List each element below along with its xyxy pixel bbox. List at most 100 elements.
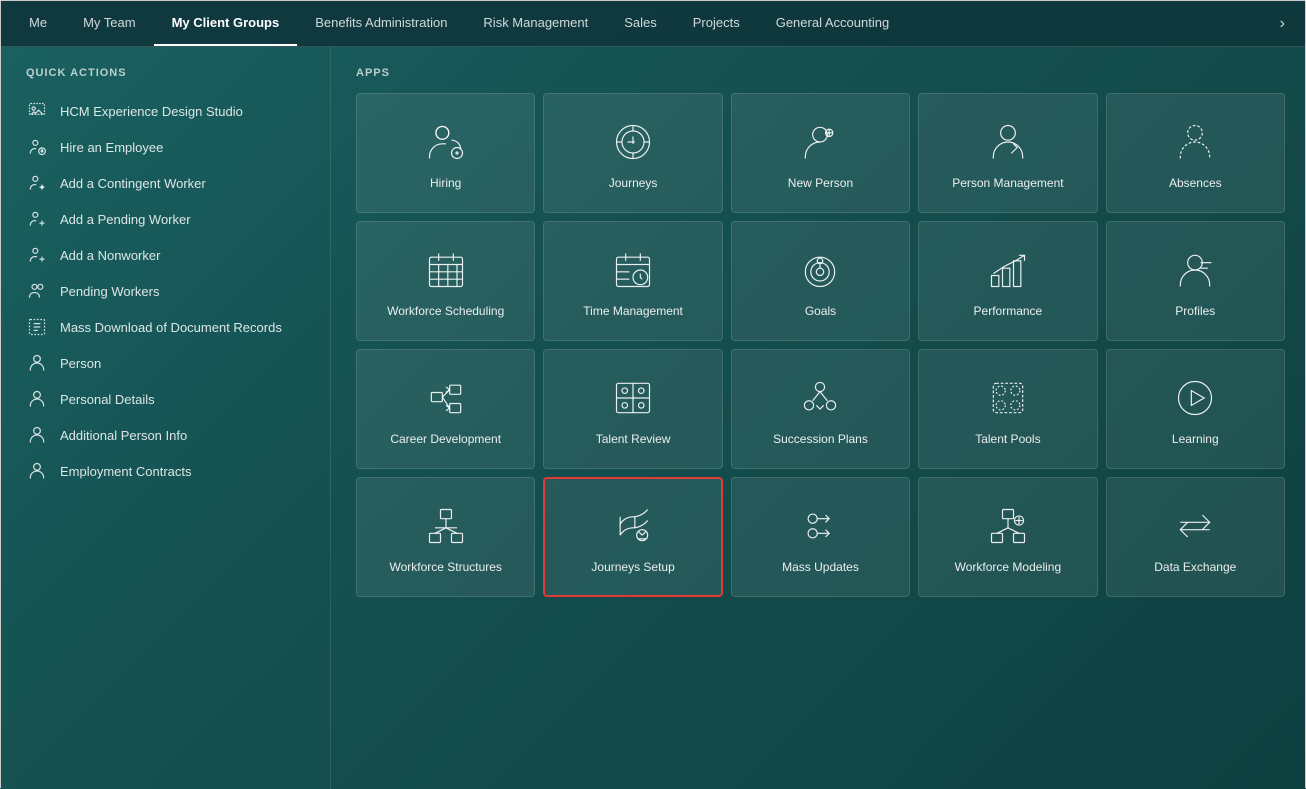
app-tile-time-management[interactable]: Time Management xyxy=(543,221,722,341)
app-tile-profiles[interactable]: Profiles xyxy=(1106,221,1285,341)
app-tile-journeys-setup[interactable]: Journeys Setup xyxy=(543,477,722,597)
nav-item-sales[interactable]: Sales xyxy=(606,1,675,46)
app-tile-absences[interactable]: Absences xyxy=(1106,93,1285,213)
app-tile-journeys-setup-label: Journeys Setup xyxy=(591,560,674,576)
sidebar-item-additional-person-info[interactable]: Additional Person Info xyxy=(26,417,310,453)
app-tile-goals-label: Goals xyxy=(805,304,836,320)
nav-item-risk-management[interactable]: Risk Management xyxy=(465,1,606,46)
nav-item-general-accounting[interactable]: General Accounting xyxy=(758,1,907,46)
app-tile-workforce-structures-label: Workforce Structures xyxy=(389,560,501,576)
sidebar-item-person[interactable]: Person xyxy=(26,345,310,381)
new-person-icon xyxy=(796,118,844,166)
sidebar-item-mass-download-label: Mass Download of Document Records xyxy=(60,320,282,335)
app-tile-journeys-label: Journeys xyxy=(609,176,658,192)
pending-workers-icon xyxy=(26,280,48,302)
app-tile-performance-label: Performance xyxy=(974,304,1043,320)
app-tile-learning[interactable]: Learning xyxy=(1106,349,1285,469)
add-nonworker-icon xyxy=(26,244,48,266)
app-tile-workforce-scheduling-label: Workforce Scheduling xyxy=(387,304,504,320)
app-tile-hiring[interactable]: Hiring xyxy=(356,93,535,213)
app-tile-mass-updates-label: Mass Updates xyxy=(782,560,859,576)
mass-download-icon xyxy=(26,316,48,338)
app-tile-performance[interactable]: Performance xyxy=(918,221,1097,341)
additional-person-info-icon xyxy=(26,424,48,446)
apps-section-title: APPS xyxy=(356,67,1285,79)
sidebar-item-add-pending-label: Add a Pending Worker xyxy=(60,212,191,227)
sidebar-item-employment-contracts-label: Employment Contracts xyxy=(60,464,192,479)
app-tile-person-management[interactable]: Person Management xyxy=(918,93,1097,213)
sidebar: QUICK ACTIONS HCM Experience Design Stud… xyxy=(1,47,331,789)
absences-icon xyxy=(1171,118,1219,166)
hcm-experience-icon xyxy=(26,100,48,122)
app-tile-talent-pools[interactable]: Talent Pools xyxy=(918,349,1097,469)
app-tile-person-management-label: Person Management xyxy=(952,176,1063,192)
mass-updates-icon xyxy=(796,502,844,550)
apps-grid: Hiring xyxy=(356,93,1285,597)
app-tile-career-development[interactable]: Career Development xyxy=(356,349,535,469)
app-tile-time-management-label: Time Management xyxy=(583,304,683,320)
app-tile-workforce-modeling[interactable]: Workforce Modeling xyxy=(918,477,1097,597)
app-tile-data-exchange[interactable]: Data Exchange xyxy=(1106,477,1285,597)
app-tile-talent-pools-label: Talent Pools xyxy=(975,432,1040,448)
employment-contracts-icon xyxy=(26,460,48,482)
app-tile-data-exchange-label: Data Exchange xyxy=(1154,560,1236,576)
app-tile-journeys[interactable]: Journeys xyxy=(543,93,722,213)
app-tile-profiles-label: Profiles xyxy=(1175,304,1215,320)
app-tile-hiring-label: Hiring xyxy=(430,176,461,192)
app-tile-career-development-label: Career Development xyxy=(390,432,501,448)
performance-icon xyxy=(984,246,1032,294)
journeys-setup-icon xyxy=(609,502,657,550)
top-nav: Me My Team My Client Groups Benefits Adm… xyxy=(1,1,1305,47)
workforce-scheduling-icon xyxy=(422,246,470,294)
sidebar-item-mass-download[interactable]: Mass Download of Document Records xyxy=(26,309,310,345)
app-tile-new-person-label: New Person xyxy=(788,176,853,192)
nav-more-button[interactable]: › xyxy=(1270,1,1295,46)
workforce-structures-icon xyxy=(422,502,470,550)
page-wrapper: 0101010 0101010 Me My Team My Client Gro… xyxy=(0,0,1306,788)
sidebar-item-pending-workers[interactable]: Pending Workers xyxy=(26,273,310,309)
nav-item-my-team[interactable]: My Team xyxy=(65,1,154,46)
sidebar-item-personal-details[interactable]: Personal Details xyxy=(26,381,310,417)
succession-plans-icon xyxy=(796,374,844,422)
journeys-icon xyxy=(609,118,657,166)
nav-item-my-client-groups[interactable]: My Client Groups xyxy=(154,1,298,46)
app-tile-workforce-modeling-label: Workforce Modeling xyxy=(955,560,1062,576)
sidebar-item-personal-details-label: Personal Details xyxy=(60,392,155,407)
goals-icon xyxy=(796,246,844,294)
hire-employee-icon xyxy=(26,136,48,158)
sidebar-item-hire-employee[interactable]: Hire an Employee xyxy=(26,129,310,165)
app-tile-succession-plans-label: Succession Plans xyxy=(773,432,868,448)
time-management-icon xyxy=(609,246,657,294)
sidebar-item-hcm-experience[interactable]: HCM Experience Design Studio xyxy=(26,93,310,129)
nav-item-benefits-administration[interactable]: Benefits Administration xyxy=(297,1,465,46)
app-tile-mass-updates[interactable]: Mass Updates xyxy=(731,477,910,597)
main-content: QUICK ACTIONS HCM Experience Design Stud… xyxy=(1,47,1305,789)
sidebar-item-hire-employee-label: Hire an Employee xyxy=(60,140,163,155)
nav-item-me[interactable]: Me xyxy=(11,1,65,46)
talent-review-icon xyxy=(609,374,657,422)
app-tile-goals[interactable]: Goals xyxy=(731,221,910,341)
sidebar-item-person-label: Person xyxy=(60,356,101,371)
app-tile-succession-plans[interactable]: Succession Plans xyxy=(731,349,910,469)
sidebar-item-add-contingent[interactable]: Add a Contingent Worker xyxy=(26,165,310,201)
sidebar-item-add-contingent-label: Add a Contingent Worker xyxy=(60,176,206,191)
app-tile-learning-label: Learning xyxy=(1172,432,1219,448)
person-icon xyxy=(26,352,48,374)
quick-actions-title: QUICK ACTIONS xyxy=(26,67,310,79)
sidebar-item-add-nonworker-label: Add a Nonworker xyxy=(60,248,160,263)
sidebar-item-hcm-experience-label: HCM Experience Design Studio xyxy=(60,104,243,119)
app-tile-workforce-structures[interactable]: Workforce Structures xyxy=(356,477,535,597)
app-tile-new-person[interactable]: New Person xyxy=(731,93,910,213)
sidebar-item-add-nonworker[interactable]: Add a Nonworker xyxy=(26,237,310,273)
profiles-icon xyxy=(1171,246,1219,294)
personal-details-icon xyxy=(26,388,48,410)
career-development-icon xyxy=(422,374,470,422)
sidebar-item-add-pending[interactable]: Add a Pending Worker xyxy=(26,201,310,237)
app-tile-absences-label: Absences xyxy=(1169,176,1222,192)
app-tile-talent-review[interactable]: Talent Review xyxy=(543,349,722,469)
sidebar-item-employment-contracts[interactable]: Employment Contracts xyxy=(26,453,310,489)
nav-item-projects[interactable]: Projects xyxy=(675,1,758,46)
app-tile-workforce-scheduling[interactable]: Workforce Scheduling xyxy=(356,221,535,341)
app-tile-talent-review-label: Talent Review xyxy=(596,432,671,448)
workforce-modeling-icon xyxy=(984,502,1032,550)
